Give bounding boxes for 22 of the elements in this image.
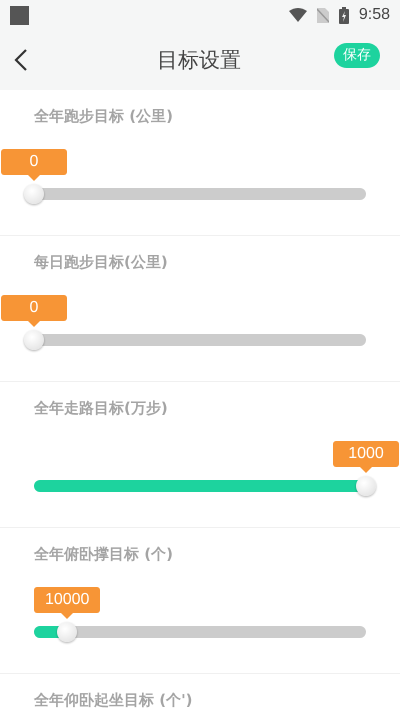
battery-icon [338, 6, 349, 24]
wifi-icon [288, 8, 307, 22]
back-button[interactable] [14, 48, 28, 72]
no-sim-icon [316, 8, 329, 22]
goal-label: 全年跑步目标 (公里) [32, 106, 174, 126]
goal-label: 每日跑步目标(公里) [33, 252, 169, 272]
slider-thumb[interactable] [57, 622, 78, 642]
value-tooltip: 1000 [333, 441, 399, 473]
slider-thumb[interactable] [24, 184, 44, 204]
slider-thumb[interactable] [356, 476, 376, 496]
save-button[interactable]: 保存 [334, 42, 380, 68]
goal-label: 全年俯卧撑目标 (个) [32, 544, 174, 564]
goal-label: 全年仰卧起坐目标 (个') [32, 690, 194, 710]
slider-thumb[interactable] [24, 330, 44, 350]
value-tooltip: 0 [1, 149, 67, 181]
back-icon [14, 48, 28, 72]
value-tooltip: 10000 [34, 587, 100, 619]
notification-icon [10, 6, 29, 24]
value-tooltip: 0 [1, 295, 67, 327]
goal-label: 全年走路目标(万步) [32, 398, 169, 418]
page-title: 目标设置 [156, 47, 242, 74]
status-time: 9:58 [358, 6, 390, 24]
